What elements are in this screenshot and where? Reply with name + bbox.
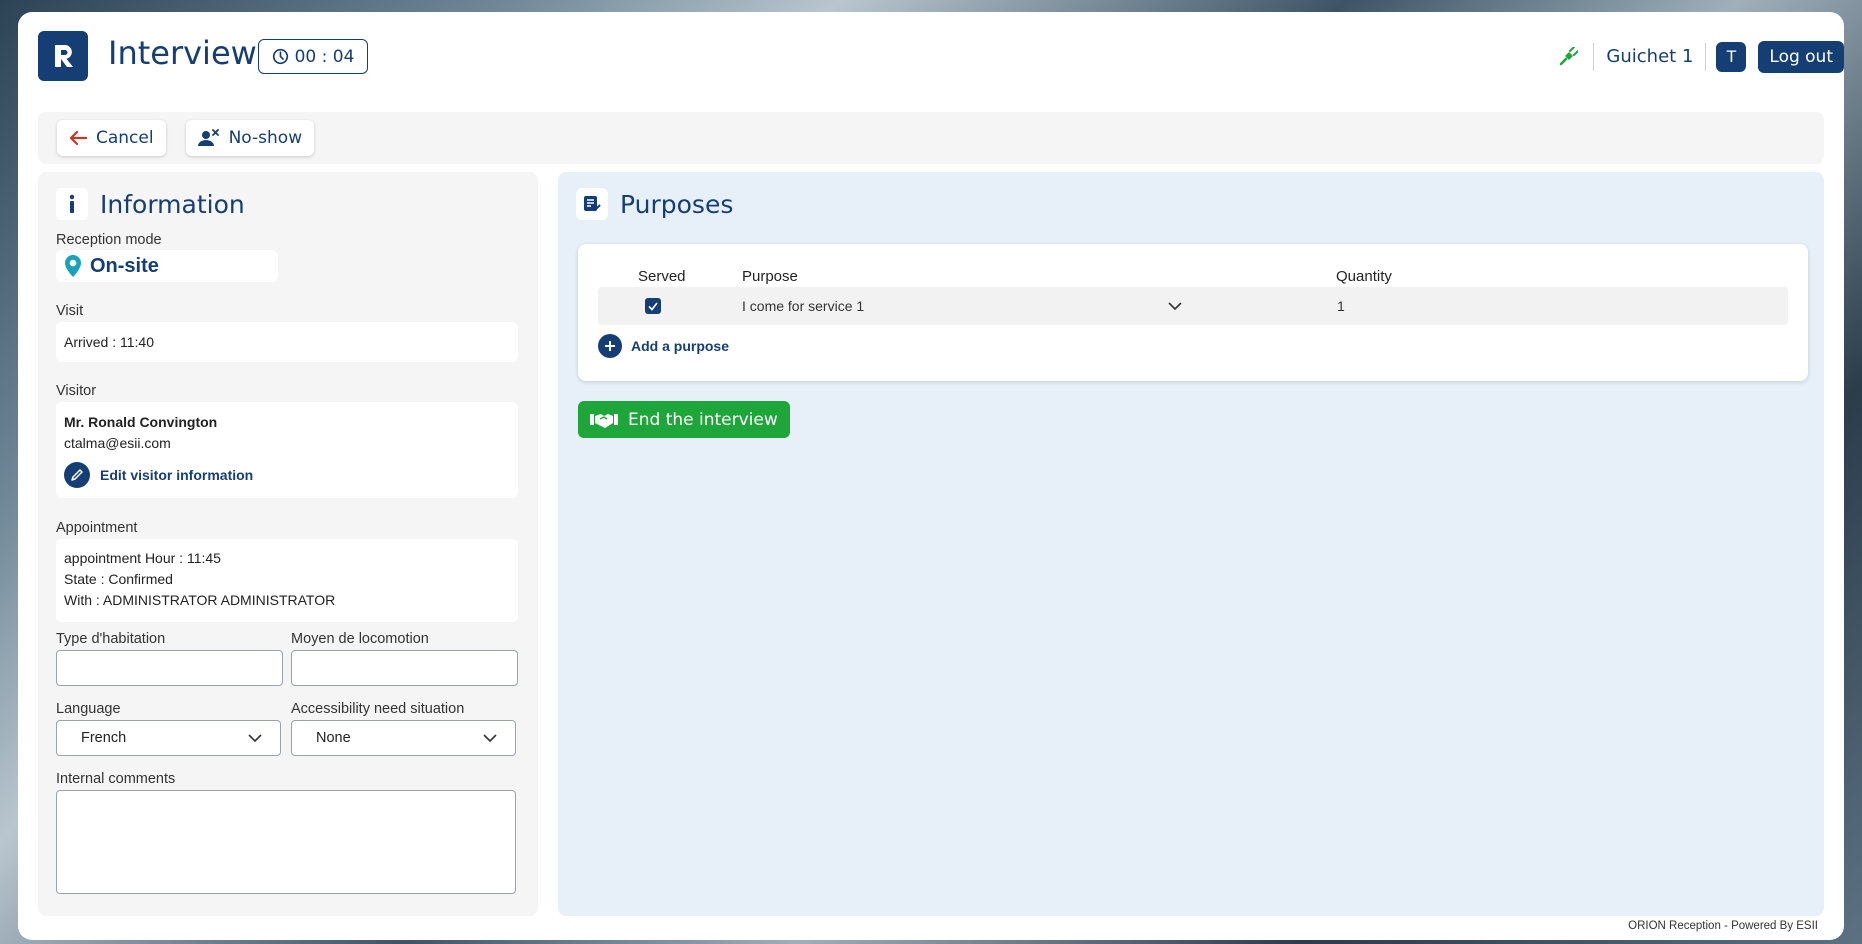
end-interview-label: End the interview	[628, 409, 778, 430]
reception-mode-label: Reception mode	[56, 232, 162, 248]
handshake-icon	[590, 413, 618, 428]
add-purpose-label: Add a purpose	[631, 338, 730, 354]
header-right: Guichet 1 T Log out	[1557, 39, 1844, 74]
end-interview-button[interactable]: End the interview	[578, 401, 790, 438]
type-habitation-input[interactable]	[56, 650, 283, 686]
appointment-hour: appointment Hour : 11:45	[64, 550, 221, 566]
col-served: Served	[638, 268, 686, 285]
footer-credit: ORION Reception - Powered By ESII	[1628, 920, 1818, 932]
language-select[interactable]: French	[56, 720, 281, 756]
cancel-label: Cancel	[96, 128, 154, 148]
visitor-box: Mr. Ronald Convington ctalma@esii.com Ed…	[56, 402, 518, 498]
purposes-panel: Purposes Served Purpose Quantity I come …	[558, 172, 1824, 916]
info-icon	[56, 188, 88, 220]
reception-mode-box: On-site	[56, 250, 278, 282]
type-habitation-label: Type d'habitation	[56, 631, 166, 647]
header: Interview 00 : 04 Guichet 1 T Log out	[18, 12, 1844, 104]
check-icon	[648, 302, 658, 311]
language-label: Language	[56, 701, 121, 717]
checklist-icon	[576, 188, 608, 220]
comments-label: Internal comments	[56, 771, 176, 787]
purposes-table: Served Purpose Quantity I come for servi…	[578, 244, 1808, 381]
page-title: Interview	[108, 34, 257, 72]
information-panel: Information Reception mode On-site Visit…	[38, 172, 538, 916]
counter-name: Guichet 1	[1606, 46, 1694, 67]
quantity-value[interactable]: 1	[1337, 298, 1345, 314]
information-title: Information	[56, 188, 245, 220]
visitor-label: Visitor	[56, 383, 97, 399]
locomotion-input[interactable]	[291, 650, 518, 686]
visitor-email: ctalma@esii.com	[64, 435, 171, 451]
timer-value: 00 : 04	[294, 46, 355, 67]
visitor-name: Mr. Ronald Convington	[64, 414, 218, 430]
purpose-value: I come for service 1	[742, 298, 865, 314]
chevron-down-icon	[483, 734, 497, 742]
header-separator	[1593, 42, 1595, 71]
no-show-button[interactable]: No-show	[185, 120, 315, 156]
information-title-text: Information	[100, 189, 245, 219]
add-purpose-button[interactable]: Add a purpose	[598, 334, 729, 358]
locomotion-label: Moyen de locomotion	[291, 631, 429, 647]
action-toolbar: Cancel No-show	[38, 112, 1824, 164]
col-purpose: Purpose	[742, 268, 798, 285]
chevron-down-icon	[248, 734, 262, 742]
purposes-title: Purposes	[576, 188, 733, 220]
language-value: French	[81, 730, 127, 746]
no-show-label: No-show	[228, 128, 303, 148]
appointment-state: State : Confirmed	[64, 571, 173, 587]
accessibility-label: Accessibility need situation	[291, 701, 465, 717]
accessibility-value: None	[316, 730, 351, 746]
clock-icon	[272, 48, 288, 65]
appointment-box: appointment Hour : 11:45 State : Confirm…	[56, 539, 518, 622]
reception-mode-value: On-site	[90, 254, 159, 277]
cancel-button[interactable]: Cancel	[57, 120, 166, 156]
chevron-down-icon	[1168, 302, 1182, 310]
accessibility-select[interactable]: None	[291, 720, 516, 756]
user-avatar[interactable]: T	[1716, 41, 1747, 72]
visit-box: Arrived : 11:40	[56, 322, 518, 362]
appointment-with: With : ADMINISTRATOR ADMINISTRATOR	[64, 592, 336, 608]
interview-timer: 00 : 04	[258, 39, 368, 74]
edit-visitor-label: Edit visitor information	[100, 467, 254, 483]
arrived-time: Arrived : 11:40	[64, 334, 155, 350]
location-pin-icon	[65, 255, 81, 277]
logout-button[interactable]: Log out	[1758, 40, 1844, 73]
pencil-icon	[64, 462, 90, 488]
app-logo[interactable]	[38, 31, 88, 81]
purposes-title-text: Purposes	[620, 189, 734, 219]
plus-icon	[598, 334, 622, 358]
internal-comments-textarea[interactable]	[56, 790, 516, 894]
arrow-left-icon	[69, 130, 87, 146]
col-quantity: Quantity	[1336, 268, 1392, 285]
connection-status-icon	[1557, 46, 1579, 68]
table-row: I come for service 1 1	[598, 287, 1788, 325]
app-window: Interview 00 : 04 Guichet 1 T Log out Ca…	[18, 12, 1844, 940]
visit-label: Visit	[56, 303, 84, 319]
edit-visitor-button[interactable]: Edit visitor information	[64, 462, 253, 488]
appointment-label: Appointment	[56, 520, 138, 536]
header-separator	[1705, 42, 1707, 71]
logo-r-icon	[55, 45, 73, 67]
user-x-icon	[197, 129, 219, 146]
purpose-select[interactable]: I come for service 1	[742, 287, 1182, 325]
served-checkbox[interactable]	[645, 298, 661, 314]
